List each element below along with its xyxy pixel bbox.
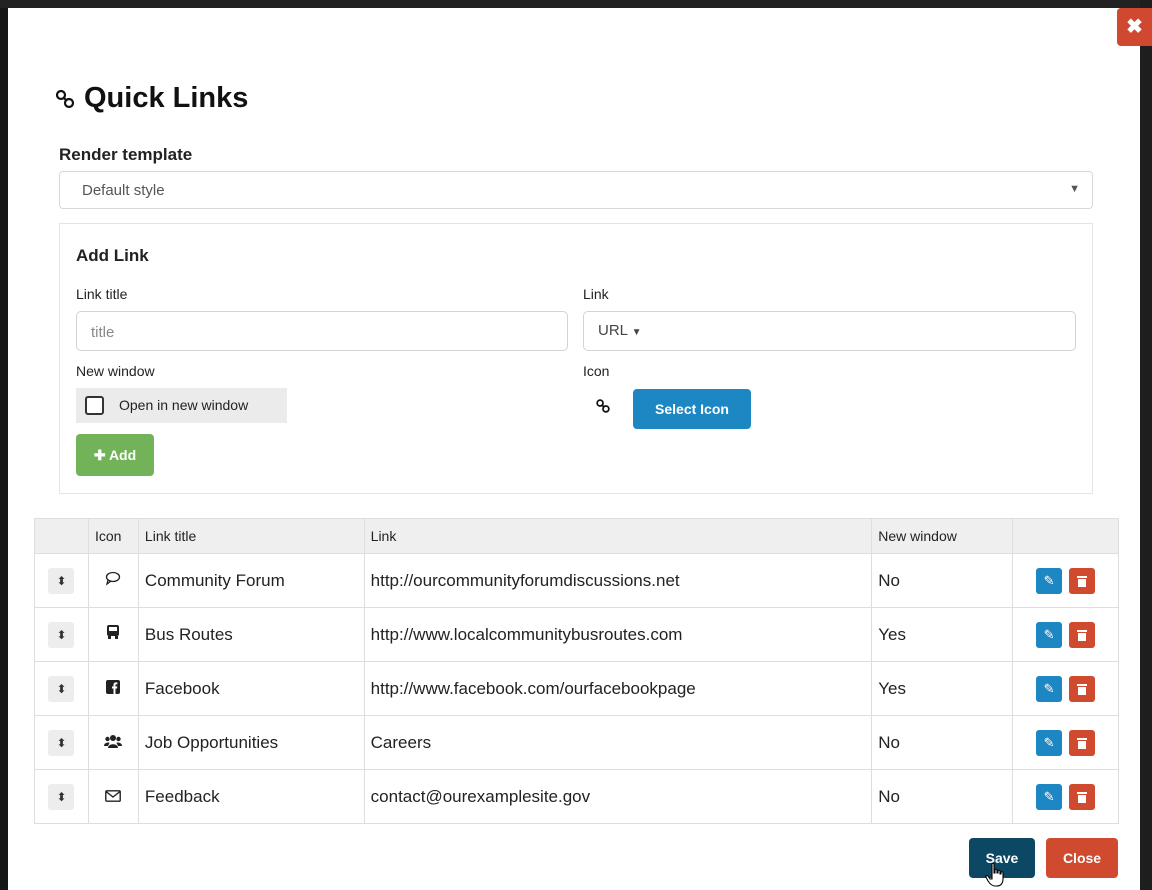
row-new-window: Yes bbox=[871, 661, 1014, 716]
plus-icon: ✚ bbox=[93, 447, 106, 463]
checkbox-box[interactable] bbox=[85, 396, 104, 415]
link-icon bbox=[55, 89, 75, 108]
delete-button[interactable] bbox=[1069, 729, 1096, 756]
row-link: Careers bbox=[363, 715, 873, 770]
header-link: Link bbox=[363, 518, 873, 554]
caret-down-icon: ▼ bbox=[631, 327, 642, 338]
link-field: URL ▼ bbox=[583, 311, 1076, 351]
bus-icon bbox=[107, 625, 120, 639]
table-header-row: Icon Link title Link New window bbox=[34, 518, 1119, 554]
link-title-label: Link title bbox=[76, 286, 128, 302]
users-icon bbox=[104, 734, 123, 748]
drag-handle-icon[interactable]: ⬍ bbox=[48, 567, 75, 594]
row-new-window: No bbox=[871, 715, 1014, 770]
header-icon: Icon bbox=[87, 518, 139, 554]
pencil-icon: ✎ bbox=[1043, 572, 1055, 588]
render-template-value: Default style bbox=[82, 182, 165, 199]
backdrop bbox=[0, 0, 1152, 8]
row-new-window: No bbox=[871, 553, 1014, 608]
add-link-panel bbox=[59, 223, 1093, 494]
caret-down-icon: ▼ bbox=[1069, 183, 1080, 195]
table-row: ⬍ Facebook http://www.facebook.com/ourfa… bbox=[34, 661, 1119, 716]
close-button[interactable]: Close bbox=[1046, 838, 1118, 878]
row-new-window: No bbox=[871, 769, 1014, 824]
pencil-icon: ✎ bbox=[1043, 734, 1055, 750]
render-template-select[interactable]: Default style ▼ bbox=[59, 171, 1093, 209]
comment-icon bbox=[106, 571, 121, 586]
link-label: Link bbox=[583, 286, 609, 302]
link-title-field[interactable] bbox=[76, 311, 568, 352]
pencil-icon: ✎ bbox=[1043, 626, 1055, 642]
edit-button[interactable]: ✎ bbox=[1036, 621, 1063, 648]
link-type-dropdown[interactable]: URL ▼ bbox=[598, 322, 642, 339]
row-link-title: Feedback bbox=[137, 769, 365, 824]
envelope-icon bbox=[105, 789, 122, 802]
drag-handle-icon[interactable]: ⬍ bbox=[48, 621, 75, 648]
header-new-window: New window bbox=[871, 518, 1014, 554]
row-link: http://www.localcommunitybusroutes.com bbox=[363, 607, 873, 662]
row-link: http://www.facebook.com/ourfacebookpage bbox=[363, 661, 873, 716]
icon-label: Icon bbox=[583, 363, 610, 379]
delete-button[interactable] bbox=[1069, 783, 1096, 810]
pencil-icon: ✎ bbox=[1043, 680, 1055, 696]
modal-close-x-button[interactable]: ✖ bbox=[1117, 8, 1152, 46]
trash-icon bbox=[1077, 737, 1088, 749]
header-actions bbox=[1012, 518, 1119, 554]
header-drag bbox=[34, 518, 89, 554]
open-new-window-label: Open in new window bbox=[119, 397, 249, 413]
backdrop-side bbox=[1140, 0, 1152, 890]
row-link: http://ourcommunityforumdiscussions.net bbox=[363, 553, 873, 608]
drag-handle-icon[interactable]: ⬍ bbox=[48, 675, 75, 702]
add-link-heading: Add Link bbox=[76, 246, 149, 265]
drag-handle-icon[interactable]: ⬍ bbox=[48, 783, 75, 810]
pencil-icon: ✎ bbox=[1043, 788, 1055, 804]
row-link-title: Job Opportunities bbox=[137, 715, 365, 770]
drag-handle-icon[interactable]: ⬍ bbox=[48, 729, 75, 756]
link-title-input[interactable] bbox=[77, 312, 534, 352]
trash-icon bbox=[1077, 629, 1088, 641]
table-row: ⬍ Community Forum http://ourcommunityfor… bbox=[34, 553, 1119, 608]
edit-button[interactable]: ✎ bbox=[1036, 783, 1063, 810]
row-link-title: Bus Routes bbox=[137, 607, 365, 662]
render-template-label: Render template bbox=[59, 145, 193, 164]
table-row: ⬍ Feedback contact@ourexamplesite.gov No… bbox=[34, 769, 1119, 824]
table-row: ⬍ Bus Routes http://www.localcommunitybu… bbox=[34, 607, 1119, 662]
add-button[interactable]: ✚ Add bbox=[76, 434, 154, 476]
new-window-label: New window bbox=[76, 363, 155, 379]
row-link-title: Community Forum bbox=[137, 553, 365, 608]
row-link-title: Facebook bbox=[137, 661, 365, 716]
facebook-icon bbox=[106, 679, 121, 694]
select-icon-button[interactable]: Select Icon bbox=[633, 389, 751, 429]
close-icon: ✖ bbox=[1126, 16, 1143, 38]
hand-cursor-icon bbox=[985, 862, 1004, 887]
row-link: contact@ourexamplesite.gov bbox=[363, 769, 873, 824]
row-new-window: Yes bbox=[871, 607, 1014, 662]
delete-button[interactable] bbox=[1069, 621, 1096, 648]
link-icon bbox=[596, 399, 610, 413]
trash-icon bbox=[1077, 683, 1088, 695]
modal-title: Quick Links bbox=[54, 82, 248, 115]
modal-title-text: Quick Links bbox=[84, 82, 249, 114]
trash-icon bbox=[1077, 575, 1088, 587]
link-type-value: URL bbox=[598, 322, 628, 339]
add-button-label: Add bbox=[108, 447, 137, 463]
edit-button[interactable]: ✎ bbox=[1036, 567, 1063, 594]
table-row: ⬍ Job Opportunities Careers No ✎ bbox=[34, 715, 1119, 770]
open-new-window-checkbox[interactable]: Open in new window bbox=[76, 388, 287, 423]
header-link-title: Link title bbox=[137, 518, 365, 554]
links-table: Icon Link title Link New window ⬍ Commun… bbox=[34, 518, 1119, 824]
trash-icon bbox=[1077, 791, 1088, 803]
edit-button[interactable]: ✎ bbox=[1036, 675, 1063, 702]
delete-button[interactable] bbox=[1069, 567, 1096, 594]
edit-button[interactable]: ✎ bbox=[1036, 729, 1063, 756]
delete-button[interactable] bbox=[1069, 675, 1096, 702]
